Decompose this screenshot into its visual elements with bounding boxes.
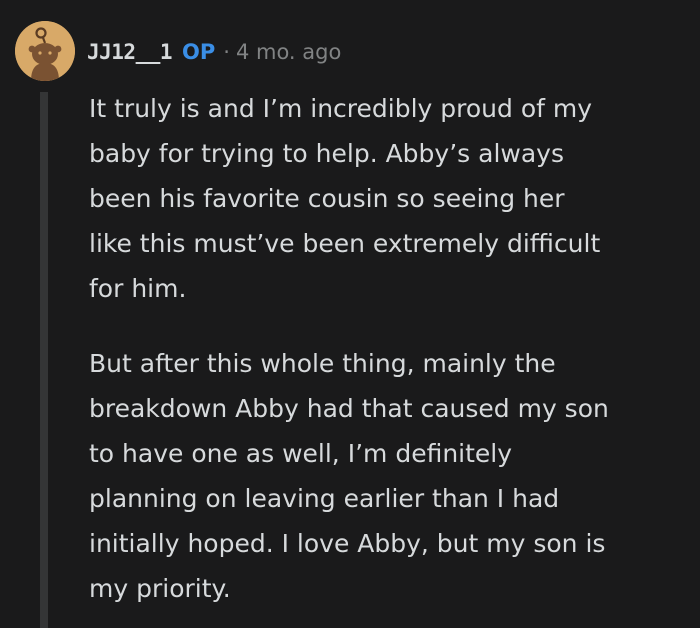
comment-line: my priority. (89, 574, 231, 603)
comment-body: It truly is and I’m incredibly proud of … (89, 86, 679, 611)
avatar-snoo-icon[interactable] (15, 21, 75, 81)
comment-timestamp[interactable]: 4 mo. ago (236, 40, 341, 64)
thread-collapse-line[interactable] (40, 92, 48, 628)
comment-line: for him. (89, 274, 187, 303)
comment-line: It truly is and I’m incredibly proud of … (89, 94, 593, 123)
comment-line: like this must’ve been extremely difficu… (89, 229, 601, 258)
op-badge: OP (182, 40, 216, 64)
comment-line: breakdown Abby had that caused my son (89, 394, 609, 423)
comment-paragraph: But after this whole thing, mainly the b… (89, 341, 679, 611)
comment-meta: JJ12__1 OP · 4 mo. ago (87, 35, 341, 69)
comment-paragraph: It truly is and I’m incredibly proud of … (89, 86, 679, 311)
username-link[interactable]: JJ12__1 (87, 40, 173, 64)
comment-line: initially hoped. I love Abby, but my son… (89, 529, 606, 558)
comment-line: But after this whole thing, mainly the (89, 349, 556, 378)
comment-line: been his favorite cousin so seeing her (89, 184, 565, 213)
comment-line: baby for trying to help. Abby’s always (89, 139, 564, 168)
meta-separator: · (223, 40, 230, 64)
comment-line: planning on leaving earlier than I had (89, 484, 560, 513)
comment: JJ12__1 OP · 4 mo. ago It truly is and I… (0, 0, 700, 628)
comment-line: to have one as well, I’m definitely (89, 439, 513, 468)
